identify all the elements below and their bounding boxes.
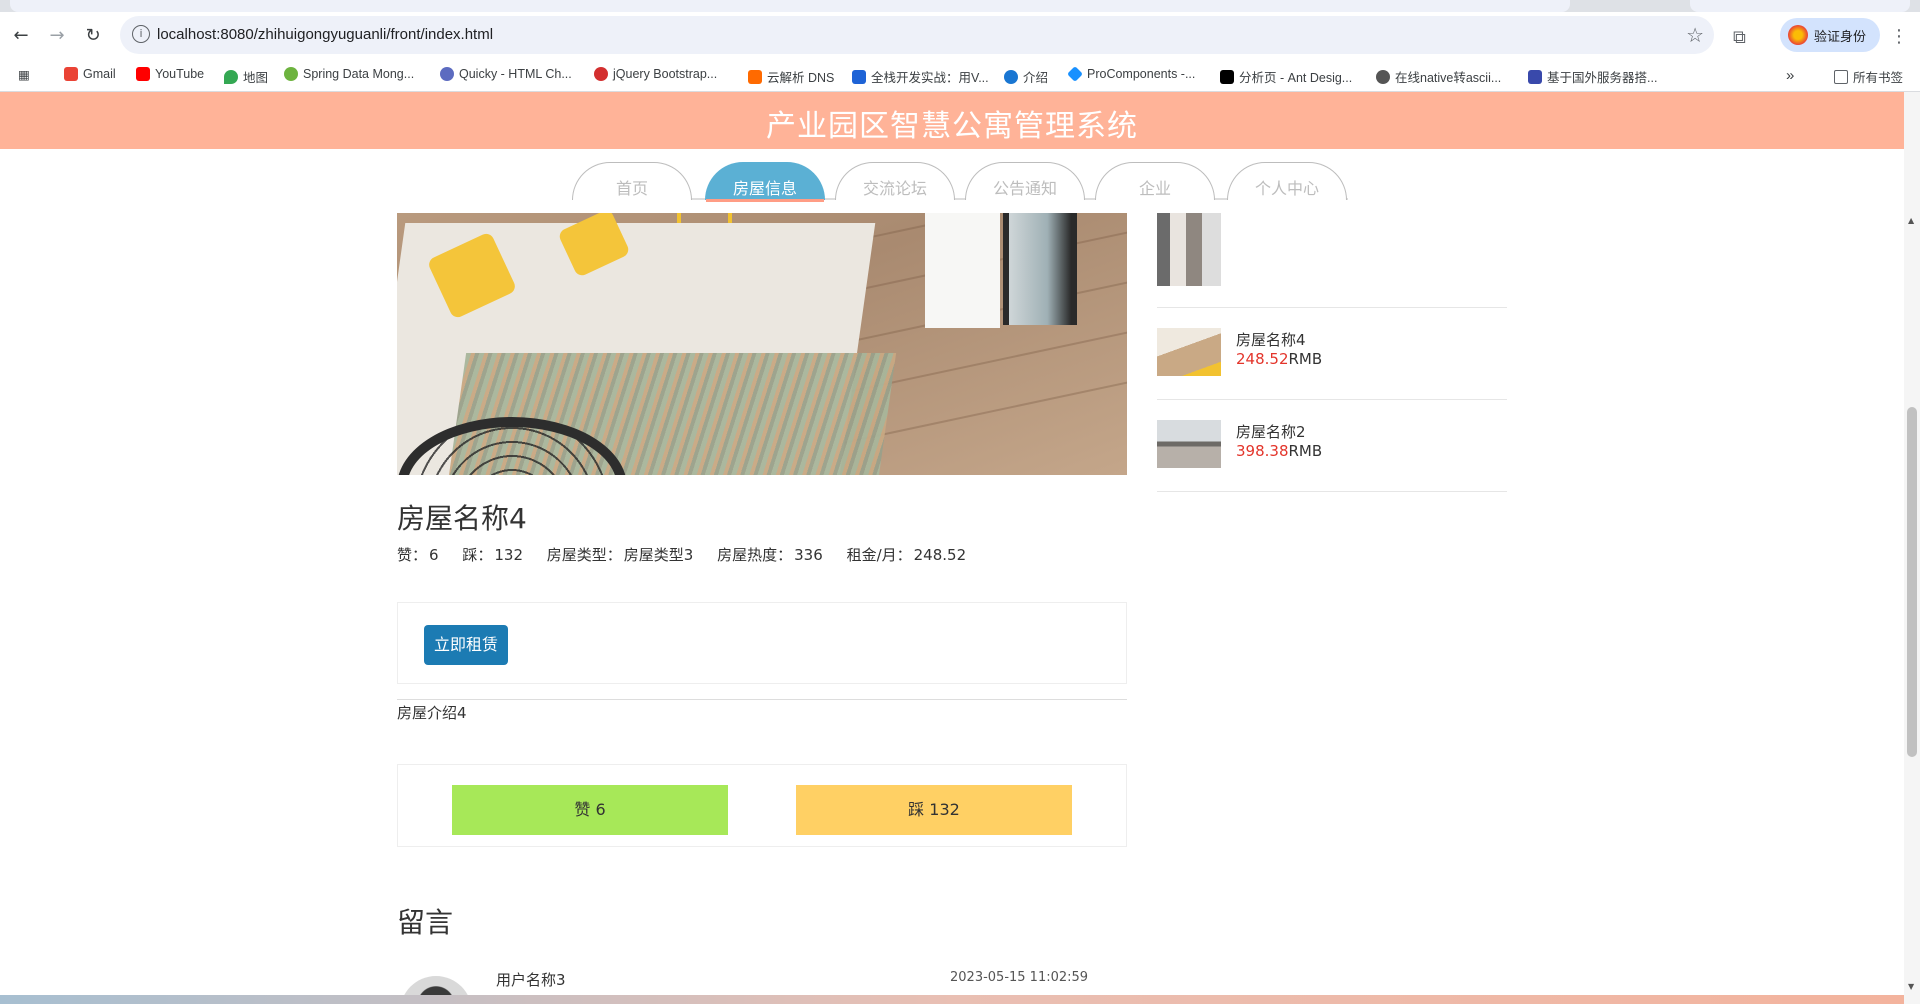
- bookmark-maps[interactable]: 地图: [224, 67, 268, 86]
- related-house-price: 398.38RMB: [1236, 442, 1323, 460]
- spring-icon: [284, 67, 298, 81]
- reload-icon[interactable]: ↻: [80, 22, 106, 48]
- house-main-image: [397, 213, 1127, 475]
- browser-chrome: ← → ↻ i localhost:8080/zhihuigongyuguanl…: [0, 0, 1920, 92]
- address-bar[interactable]: i localhost:8080/zhihuigongyuguanli/fron…: [120, 16, 1714, 54]
- bookmarks-bar: ▦ Gmail YouTube 地图 Spring Data Mong... Q…: [0, 58, 1920, 92]
- house-rent: 248.52: [913, 546, 967, 564]
- extensions-icon[interactable]: ⧉: [1733, 27, 1746, 48]
- dislike-button[interactable]: 踩 132: [796, 785, 1072, 835]
- house-intro: 房屋介绍4: [397, 704, 467, 722]
- bookmark-youtube[interactable]: YouTube: [136, 67, 204, 81]
- related-house-item[interactable]: 房屋名称2 398.38RMB: [1157, 400, 1507, 492]
- related-house-name[interactable]: 房屋名称4: [1236, 329, 1306, 350]
- bookmark-quicky[interactable]: Quicky - HTML Ch...: [440, 67, 572, 81]
- scroll-down-icon[interactable]: ▼: [1908, 982, 1914, 991]
- heat-label: 房屋热度：: [717, 546, 793, 564]
- glass-door: [1003, 213, 1077, 325]
- dislikes-label: 踩：: [462, 546, 493, 564]
- related-house-item[interactable]: 房屋名称4 248.52RMB: [1157, 308, 1507, 400]
- background-tab[interactable]: [1690, 0, 1910, 12]
- bookmark-foreign-server[interactable]: 基于国外服务器搭...: [1528, 67, 1657, 86]
- nav-company[interactable]: 企业: [1095, 162, 1215, 200]
- comment-username: 用户名称3: [496, 971, 566, 989]
- gmail-icon: [64, 67, 78, 81]
- maps-pin-icon: [224, 69, 238, 84]
- intro-icon: [1004, 69, 1018, 84]
- related-house-partial[interactable]: [1157, 213, 1507, 308]
- bookmark-intro[interactable]: 介绍: [1004, 67, 1048, 86]
- browser-toolbar: ← → ↻ i localhost:8080/zhihuigongyuguanl…: [0, 12, 1920, 58]
- house-meta: 赞： 6 踩： 132 房屋类型： 房屋类型3 房屋热度： 336 租金/月： 248.5…: [397, 544, 968, 565]
- server-icon: [1528, 69, 1542, 84]
- related-house-price: 248.52RMB: [1236, 350, 1323, 368]
- nav-notices[interactable]: 公告通知: [965, 162, 1085, 200]
- bookmark-gmail[interactable]: Gmail: [64, 67, 116, 81]
- vote-panel: 赞 6 踩 132: [397, 764, 1127, 847]
- likes-count: 6: [429, 546, 439, 564]
- house-type: 房屋类型3: [623, 546, 694, 564]
- profile-label: 验证身份: [1814, 29, 1867, 45]
- nav-forum[interactable]: 交流论坛: [835, 162, 955, 200]
- back-icon[interactable]: ←: [8, 22, 34, 48]
- browser-menu-icon[interactable]: ⋮: [1890, 26, 1908, 47]
- procomponents-icon: [1067, 66, 1083, 82]
- youtube-icon: [136, 67, 150, 81]
- aliyun-icon: [748, 69, 762, 84]
- globe-icon: [1376, 69, 1390, 84]
- profile-button[interactable]: 验证身份: [1780, 18, 1880, 52]
- related-house-thumb[interactable]: [1157, 420, 1221, 468]
- comment-timestamp: 2023-05-15 11:02:59: [950, 970, 1089, 985]
- site-title: 产业园区智慧公寓管理系统: [766, 109, 1138, 144]
- quicky-icon: [440, 67, 454, 81]
- active-tab[interactable]: [10, 0, 1570, 12]
- house-title: 房屋名称4: [397, 502, 527, 535]
- url-text[interactable]: localhost:8080/zhihuigongyuguanli/front/…: [157, 26, 493, 43]
- rent-now-button[interactable]: 立即租赁: [424, 625, 508, 665]
- page-scrollbar[interactable]: ▲ ▼: [1904, 92, 1920, 1004]
- like-button[interactable]: 赞 6: [452, 785, 728, 835]
- related-house-thumb[interactable]: [1157, 213, 1221, 286]
- m-icon: [852, 69, 866, 84]
- bookmark-fullstack[interactable]: 全栈开发实战：用V...: [852, 67, 989, 86]
- nav-home[interactable]: 首页: [572, 162, 692, 200]
- bookmark-ant-design[interactable]: 分析页 - Ant Desig...: [1220, 67, 1352, 86]
- page-viewport: 产业园区智慧公寓管理系统 首页 房屋信息 交流论坛 公告通知 企业 个人中心 房…: [0, 92, 1920, 1004]
- likes-label: 赞：: [397, 546, 428, 564]
- profile-avatar-icon: [1788, 25, 1808, 45]
- forward-icon[interactable]: →: [44, 22, 70, 48]
- bookmark-cloud-dns[interactable]: 云解析 DNS: [748, 67, 834, 86]
- apps-grid-icon[interactable]: ▦: [18, 67, 30, 82]
- nav-profile[interactable]: 个人中心: [1227, 162, 1347, 200]
- bookmarks-overflow-icon[interactable]: »: [1786, 67, 1794, 84]
- house-heat: 336: [794, 546, 823, 564]
- tab-strip: [0, 0, 1920, 12]
- rent-panel: 立即租赁: [397, 602, 1127, 684]
- related-house-thumb[interactable]: [1157, 328, 1221, 376]
- wardrobe: [925, 213, 1000, 328]
- bookmark-jquery-bootstrap[interactable]: jQuery Bootstrap...: [594, 67, 717, 81]
- scroll-up-icon[interactable]: ▲: [1908, 216, 1914, 225]
- section-divider: [397, 699, 1127, 700]
- jquery-icon: [594, 67, 608, 81]
- comments-title: 留言: [397, 906, 454, 939]
- all-bookmarks[interactable]: 所有书签: [1834, 67, 1903, 86]
- related-house-name[interactable]: 房屋名称2: [1236, 421, 1306, 442]
- bookmark-spring-data[interactable]: Spring Data Mong...: [284, 67, 414, 81]
- scrollbar-thumb[interactable]: [1907, 407, 1917, 757]
- site-header: 产业园区智慧公寓管理系统: [0, 92, 1904, 149]
- bookmark-procomponents[interactable]: ProComponents -...: [1067, 66, 1195, 82]
- site-info-icon[interactable]: i: [132, 25, 150, 43]
- type-label: 房屋类型：: [546, 546, 622, 564]
- bookmark-star-icon[interactable]: ☆: [1686, 23, 1704, 47]
- folder-icon: [1834, 69, 1848, 84]
- pro-icon: [1220, 69, 1234, 84]
- rent-label: 租金/月：: [846, 546, 912, 564]
- bottom-strip: [0, 995, 1904, 1004]
- dislikes-count: 132: [494, 546, 523, 564]
- bookmark-native-ascii[interactable]: 在线native转ascii...: [1376, 67, 1501, 86]
- nav-house-info[interactable]: 房屋信息: [705, 162, 825, 202]
